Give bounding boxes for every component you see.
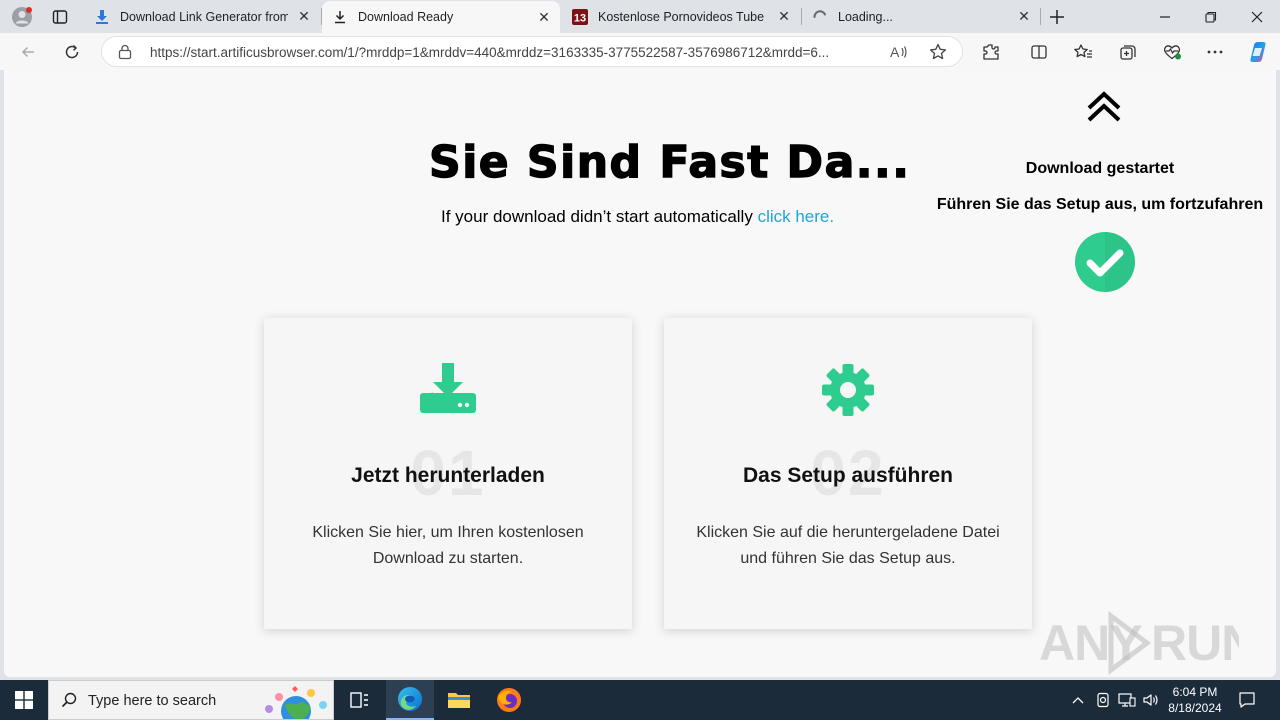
- tab-loading[interactable]: Loading... ✕: [802, 0, 1040, 33]
- download-drive-icon: [418, 360, 478, 420]
- loading-spinner-icon: [812, 9, 828, 25]
- page-headline: Sie Sind Fast Da...: [428, 136, 911, 188]
- search-placeholder: Type here to search: [88, 693, 217, 709]
- close-window-icon[interactable]: [1234, 0, 1280, 33]
- browser-tab-bar: Download Link Generator from F ✕ Downloa…: [0, 0, 1280, 33]
- favorite-star-icon[interactable]: [929, 43, 947, 66]
- tab-actions-icon[interactable]: [47, 4, 73, 30]
- file-explorer-icon[interactable]: [435, 680, 483, 720]
- tray-device-icon[interactable]: [1093, 690, 1113, 710]
- search-icon: [61, 692, 77, 713]
- extensions-icon[interactable]: [976, 37, 1006, 67]
- close-tab-icon[interactable]: ✕: [776, 8, 792, 25]
- step-card-download[interactable]: 01 Jetzt herunterladen Klicken Sie hier,…: [264, 318, 632, 629]
- site-13-icon: 13: [572, 8, 588, 25]
- refresh-icon[interactable]: [57, 37, 87, 67]
- gear-icon: [818, 360, 878, 420]
- split-screen-icon[interactable]: [1024, 37, 1054, 67]
- collections-icon[interactable]: [1113, 37, 1143, 67]
- minimize-icon[interactable]: [1142, 0, 1188, 33]
- step-description: Klicken Sie hier, um Ihren kostenlosen D…: [312, 524, 584, 567]
- network-icon[interactable]: [1117, 690, 1137, 710]
- clock-date: 8/18/2024: [1168, 701, 1222, 715]
- step-description: Klicken Sie auf die heruntergeladene Dat…: [696, 524, 1000, 567]
- download-started-label: Download gestartet: [1025, 160, 1175, 177]
- download-arrow-icon: [94, 9, 110, 25]
- download-hint-text: If your download didn’t start automatica…: [441, 207, 758, 226]
- tab-title: Loading...: [838, 9, 893, 24]
- url-text[interactable]: https://start.artificusbrowser.com/1/?mr…: [150, 45, 885, 60]
- firefox-icon[interactable]: [485, 680, 533, 720]
- svg-text:ANY: ANY: [1039, 615, 1142, 671]
- svg-text:RUN: RUN: [1151, 615, 1239, 671]
- download-icon: [332, 9, 348, 25]
- click-here-link[interactable]: click here.: [758, 207, 835, 226]
- close-tab-icon[interactable]: ✕: [296, 8, 312, 25]
- tab-title: Download Ready: [358, 10, 454, 24]
- restore-icon[interactable]: [1188, 0, 1234, 33]
- svg-text:A: A: [890, 44, 900, 60]
- taskbar-clock[interactable]: 6:04 PM 8/18/2024: [1160, 684, 1230, 716]
- windows-taskbar: Type here to search 6:04 PM 8/18/2024: [0, 680, 1280, 720]
- step-title: Das Setup ausführen: [742, 464, 954, 487]
- address-bar[interactable]: https://start.artificusbrowser.com/1/?mr…: [101, 36, 963, 67]
- clock-time: 6:04 PM: [1172, 685, 1218, 699]
- anyrun-logo: ANY RUN: [1039, 611, 1257, 675]
- browser-toolbar: https://start.artificusbrowser.com/1/?mr…: [0, 33, 1280, 70]
- download-hint: If your download didn’t start automatica…: [441, 207, 834, 227]
- tab-title: Kostenlose Pornovideos Tube &: [598, 9, 768, 24]
- checkmark-circle-icon: [1074, 231, 1136, 298]
- search-highlight-globe-icon: [261, 683, 331, 720]
- tab-kostenlose-pornovideos[interactable]: 13 Kostenlose Pornovideos Tube & ✕: [562, 0, 800, 33]
- browser-essentials-icon[interactable]: [1157, 37, 1187, 67]
- double-chevron-up-icon: [1086, 88, 1122, 129]
- lock-icon[interactable]: [118, 44, 132, 65]
- windows-start-icon[interactable]: [0, 680, 48, 720]
- web-page-content: Sie Sind Fast Da... If your download did…: [4, 70, 1276, 677]
- profile-icon[interactable]: [9, 4, 35, 30]
- taskbar-search-box[interactable]: Type here to search: [48, 680, 334, 720]
- volume-icon[interactable]: [1141, 690, 1161, 710]
- tray-chevron-up-icon[interactable]: [1068, 690, 1088, 710]
- back-icon[interactable]: [13, 37, 43, 67]
- step-card-setup[interactable]: 02 Das Setup ausführen Klicken Sie auf d…: [664, 318, 1032, 629]
- svg-text:13: 13: [574, 12, 586, 24]
- more-options-icon[interactable]: [1200, 37, 1230, 67]
- anyrun-watermark: ANY RUN: [1039, 608, 1257, 677]
- task-view-icon[interactable]: [336, 680, 384, 720]
- edge-taskbar-icon[interactable]: [386, 680, 434, 720]
- notifications-icon[interactable]: [1237, 690, 1257, 710]
- run-setup-label: Führen Sie das Setup aus, um fortzufahre…: [936, 196, 1264, 213]
- favorites-icon[interactable]: [1068, 37, 1098, 67]
- tab-title: Download Link Generator from F: [120, 9, 288, 24]
- close-tab-icon[interactable]: ✕: [536, 9, 552, 25]
- tab-download-link-generator[interactable]: Download Link Generator from F ✕: [84, 0, 320, 33]
- tab-download-ready[interactable]: Download Ready ✕: [322, 1, 560, 33]
- copilot-icon[interactable]: [1243, 37, 1273, 67]
- step-title: Jetzt herunterladen: [351, 464, 545, 487]
- close-tab-icon[interactable]: ✕: [1016, 8, 1032, 25]
- read-aloud-icon[interactable]: A: [890, 44, 908, 65]
- new-tab-icon[interactable]: [1044, 4, 1070, 30]
